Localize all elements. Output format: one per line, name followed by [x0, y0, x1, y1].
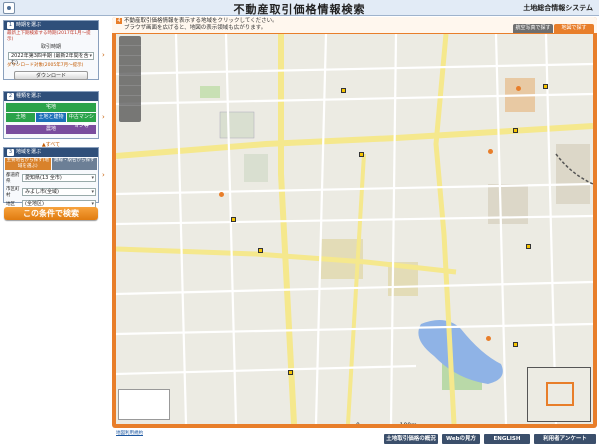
minimap-viewport[interactable] — [546, 382, 574, 406]
map-instruction-line2: ブラウザ画面を広げると、地図の表示領域も広がります。 — [124, 25, 267, 31]
system-name[interactable]: 土地総合情報システム — [523, 3, 593, 13]
step2-number: 2 — [7, 93, 14, 100]
transaction-marker[interactable] — [526, 244, 531, 249]
zoom-level-6[interactable] — [119, 86, 141, 96]
city-select[interactable]: みよし市(全域) — [22, 188, 96, 196]
prefecture-row: 都道府県 愛知県(13 全市) — [4, 171, 98, 185]
step2-arrow-icon: › — [102, 113, 105, 121]
shop-pin-icon — [219, 192, 224, 197]
step1-panel: 1 時期を選ぶ 最新上下期検索する時期(2017年1月〜提示) 取引時期 2022… — [3, 20, 99, 80]
type-option-residential[interactable]: 宅地 — [6, 103, 96, 112]
step1-title: 時期を選ぶ — [16, 22, 42, 28]
period-select[interactable]: 2022年第3四半期 (最新2年間を含む) — [8, 52, 94, 66]
nav-survey[interactable]: 利用者アンケート — [534, 434, 596, 444]
nav-english[interactable]: ENGLISH — [484, 434, 530, 444]
nav-overview[interactable]: 土地取引価格の概況 — [384, 434, 438, 444]
zoom-level-7[interactable] — [119, 96, 141, 106]
transaction-marker[interactable] — [543, 84, 548, 89]
overview-minimap[interactable] — [527, 367, 591, 422]
type-option-condo[interactable]: 中古マンション等 — [66, 113, 96, 129]
shop-pin-icon — [486, 336, 491, 341]
city-label: 市区町村 — [6, 187, 20, 198]
prefecture-label: 都道府県 — [6, 173, 20, 184]
step2-header: 2 種類を選ぶ — [4, 92, 98, 101]
step3-number: 3 — [7, 149, 14, 156]
step3-panel: 3 地域を選ぶ 主要地名から探す(地域を選ぶ) 路線・駅名から探す 都道府県 愛知… — [3, 147, 99, 218]
zoom-level-2[interactable] — [119, 46, 141, 56]
scale-end: 100m — [400, 422, 417, 424]
map-instructions: 4 不動産取引価格情報を表示する地域をクリックしてください。 ブラウザ画面を広げる… — [116, 18, 278, 32]
step1-number: 1 — [7, 22, 14, 29]
zoom-level-3[interactable] — [119, 56, 141, 66]
aerial-photo-button[interactable]: 航空写真で探す — [513, 24, 553, 33]
download-note: ダウンロード対象(2005年7月〜提示) — [7, 63, 84, 68]
map-instruction-line1: 4 不動産取引価格情報を表示する地域をクリックしてください。 — [116, 18, 278, 25]
map-instruction-text1: 不動産取引価格情報を表示する地域をクリックしてください。 — [124, 18, 278, 24]
transaction-marker[interactable] — [359, 152, 364, 157]
zoom-level-4[interactable] — [119, 66, 141, 76]
step4-number: 4 — [116, 18, 122, 24]
city-row: 市区町村 みよし市(全域) — [4, 185, 98, 199]
step1-arrow-icon: › — [102, 51, 105, 59]
type-option-land[interactable]: 土地 — [6, 113, 36, 122]
sidebar: 1 時期を選ぶ 最新上下期検索する時期(2017年1月〜提示) 取引時期 2022… — [0, 17, 106, 437]
map-terms-link[interactable]: 地図利用規約 — [116, 430, 143, 436]
search-button[interactable]: この条件で検索 — [4, 207, 98, 220]
map-frame: 4 不動産取引価格情報を表示する地域をクリックしてください。 ブラウザ画面を広げる… — [112, 17, 597, 428]
zoom-control[interactable] — [119, 36, 141, 122]
step3-title: 地域を選ぶ — [16, 149, 42, 155]
step2-title: 種類を選ぶ — [16, 93, 42, 99]
transaction-marker[interactable] — [513, 342, 518, 347]
step3-arrow-icon: › — [102, 171, 105, 179]
map-graphics — [116, 34, 593, 424]
transaction-marker[interactable] — [231, 217, 236, 222]
zoom-level-5[interactable] — [119, 76, 141, 86]
shop-pin-icon — [516, 86, 521, 91]
transaction-marker[interactable] — [513, 128, 518, 133]
tab-place-name[interactable]: 主要地名から探す(地域を選ぶ) — [5, 158, 51, 170]
transaction-marker[interactable] — [288, 370, 293, 375]
map-legend — [118, 389, 170, 420]
period-label: 取引時期 — [40, 44, 61, 50]
step1-header: 1 時期を選ぶ — [4, 21, 98, 30]
transaction-marker[interactable] — [258, 248, 263, 253]
shop-pin-icon — [488, 149, 493, 154]
prefecture-select[interactable]: 愛知県(13 全市) — [22, 174, 96, 182]
zoom-level-1[interactable] — [119, 36, 141, 46]
area-tabs: 主要地名から探す(地域を選ぶ) 路線・駅名から探す — [4, 157, 98, 171]
nav-how-to-use[interactable]: Webの見方 — [442, 434, 480, 444]
map-canvas[interactable]: 0 100m — [116, 34, 593, 424]
step3-header: 3 地域を選ぶ — [4, 148, 98, 157]
step2-panel: 2 種類を選ぶ 宅地 土地 土地と建物 中古マンション等 農地 — [3, 91, 99, 139]
step1-note: 最新上下期検索する時期(2017年1月〜提示) — [7, 31, 91, 42]
header: 不動産取引価格情報検索 土地総合情報システム — [0, 0, 599, 16]
type-option-land-building[interactable]: 土地と建物 — [36, 113, 66, 122]
type-grid: 宅地 土地 土地と建物 中古マンション等 — [4, 101, 98, 129]
map-search-button[interactable]: 地図で探す — [554, 24, 594, 33]
tab-station[interactable]: 路線・駅名から探す — [51, 158, 97, 170]
scale-start: 0 — [356, 422, 360, 424]
page-title: 不動産取引価格情報検索 — [233, 3, 366, 16]
scale-bar: 0 100m — [356, 422, 417, 424]
download-button[interactable]: ダウンロード — [14, 71, 88, 80]
transaction-marker[interactable] — [341, 88, 346, 93]
